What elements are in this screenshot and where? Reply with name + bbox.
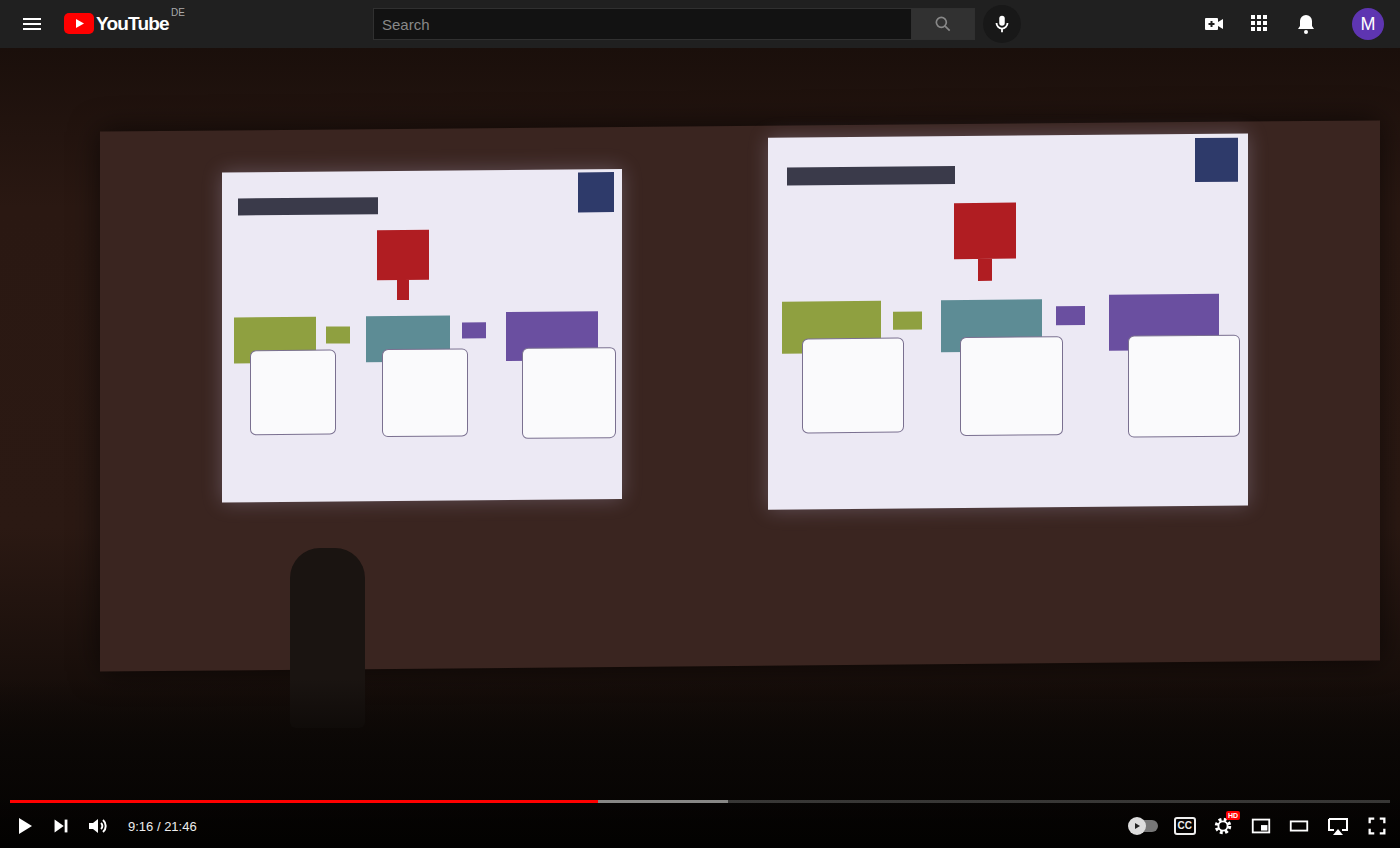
autoplay-knob (1128, 817, 1146, 835)
controls-left: 9:16 / 21:46 (12, 814, 197, 838)
control-row: 9:16 / 21:46 CC HD (12, 808, 1388, 844)
youtube-logo[interactable]: YouTubeDE (64, 13, 185, 35)
slide-shape (382, 349, 468, 438)
search-box (373, 8, 975, 40)
create-video-icon[interactable] (1202, 12, 1226, 36)
player-controls: 9:16 / 21:46 CC HD (0, 792, 1400, 848)
slide-shape (522, 347, 616, 439)
played-bar (10, 800, 598, 803)
cast-icon[interactable] (1326, 814, 1350, 838)
youtube-play-icon (64, 13, 94, 35)
presentation-slide (768, 134, 1248, 510)
slide-shape (893, 311, 922, 330)
subtitles-button[interactable]: CC (1174, 817, 1196, 835)
slide-shape (250, 350, 336, 435)
settings-button[interactable]: HD (1212, 815, 1234, 837)
region-code: DE (171, 7, 185, 18)
masthead-left: YouTubeDE (20, 12, 360, 36)
video-frame (0, 48, 1400, 848)
miniplayer-icon[interactable] (1250, 815, 1272, 837)
search-button[interactable] (912, 8, 975, 40)
progress-bar[interactable] (10, 800, 1390, 803)
slide-shape (462, 322, 486, 339)
time-display: 9:16 / 21:46 (124, 819, 197, 834)
video-player[interactable]: 9:16 / 21:46 CC HD (0, 48, 1400, 848)
search-icon (933, 14, 953, 34)
menu-icon[interactable] (20, 12, 44, 36)
masthead-center (360, 5, 1202, 43)
notifications-bell-icon[interactable] (1294, 12, 1318, 36)
slide-shape (1056, 306, 1085, 325)
slide-shape (1195, 137, 1238, 182)
masthead-right: M (1202, 8, 1384, 40)
slide-shape (960, 336, 1063, 436)
play-icon[interactable] (12, 814, 36, 838)
slide-shape (954, 203, 1016, 259)
theater-mode-icon[interactable] (1288, 815, 1310, 837)
slide-shape (802, 337, 905, 433)
slide-shape (397, 280, 409, 300)
presentation-slide (222, 169, 622, 502)
slide-shape (238, 198, 378, 216)
fullscreen-icon[interactable] (1366, 815, 1388, 837)
voice-search-button[interactable] (983, 5, 1021, 43)
hd-badge: HD (1226, 811, 1240, 820)
logo-text: YouTube (96, 13, 169, 35)
slide-shape (578, 172, 614, 212)
apps-grid-icon[interactable] (1248, 12, 1272, 36)
slide-shape (978, 259, 992, 281)
slide-shape (326, 326, 350, 343)
next-icon[interactable] (50, 815, 72, 837)
microphone-icon (991, 13, 1013, 35)
slide-shape (1128, 335, 1240, 438)
volume-icon[interactable] (86, 814, 110, 838)
search-input[interactable] (373, 8, 912, 40)
autoplay-toggle[interactable] (1130, 820, 1158, 832)
controls-right: CC HD (1130, 814, 1388, 838)
masthead: YouTubeDE M (0, 0, 1400, 48)
account-avatar[interactable]: M (1352, 8, 1384, 40)
slide-shape (787, 166, 955, 186)
slide-shape (377, 230, 429, 280)
